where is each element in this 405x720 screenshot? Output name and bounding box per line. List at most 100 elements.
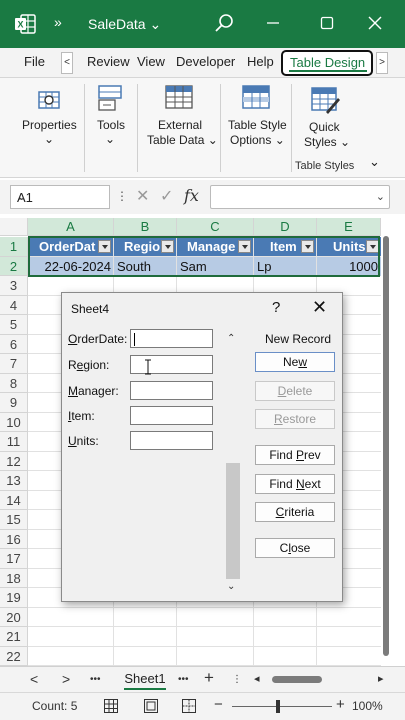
zoom-slider-thumb[interactable]	[276, 700, 280, 713]
add-sheet-icon[interactable]: +	[204, 668, 214, 688]
row-header-20[interactable]: 20	[0, 607, 28, 627]
page-break-preview-icon[interactable]	[181, 698, 197, 714]
row-header-14[interactable]: 14	[0, 490, 28, 510]
horizontal-scrollbar[interactable]	[266, 676, 376, 684]
row-header-16[interactable]: 16	[0, 529, 28, 549]
row-header-13[interactable]: 13	[0, 471, 28, 491]
table-header-orderdate[interactable]: OrderDat	[29, 237, 113, 256]
row-header-19[interactable]: 19	[0, 588, 28, 608]
table-style-options-button[interactable]: Table Style Options ⌄	[221, 78, 291, 178]
column-header-b[interactable]: B	[114, 218, 177, 236]
cancel-entry-icon[interactable]: ✕	[136, 186, 149, 206]
confirm-entry-icon[interactable]: ✓	[160, 186, 173, 206]
units-field[interactable]	[130, 431, 213, 450]
vertical-scroll-thumb[interactable]	[383, 236, 389, 656]
filter-dropdown-icon[interactable]	[366, 240, 379, 253]
close-window-icon[interactable]	[364, 12, 386, 34]
record-scrollbar[interactable]: ⌃ ⌄	[225, 331, 241, 594]
quick-styles-button[interactable]: Quick Styles ⌄ Table Styles	[292, 78, 362, 178]
tab-help[interactable]: Help	[247, 54, 274, 69]
row-header-4[interactable]: 4	[0, 295, 28, 315]
row-header-5[interactable]: 5	[0, 315, 28, 335]
external-table-data-button[interactable]: External Table Data ⌄	[138, 78, 220, 178]
maximize-icon[interactable]	[316, 12, 338, 34]
table-header-units[interactable]: Units	[317, 237, 381, 256]
cell-a2[interactable]: 22-06-2024	[29, 257, 113, 276]
formula-bar-grip-icon[interactable]: ⋮	[116, 189, 128, 203]
prev-sheet-icon[interactable]: <	[30, 671, 38, 687]
record-scroll-thumb[interactable]	[226, 463, 240, 579]
row-header-2[interactable]: 2	[0, 256, 28, 276]
more-sheets-right-icon[interactable]: •••	[178, 674, 189, 685]
select-all-corner[interactable]	[0, 218, 28, 236]
vertical-scrollbar[interactable]	[381, 236, 391, 656]
page-layout-icon[interactable]	[143, 698, 159, 714]
row-header-10[interactable]: 10	[0, 412, 28, 432]
row-header-6[interactable]: 6	[0, 334, 28, 354]
row-header-12[interactable]: 12	[0, 451, 28, 471]
hscroll-left-icon[interactable]: ◂	[254, 672, 260, 685]
filter-dropdown-icon[interactable]	[161, 240, 174, 253]
table-header-manager[interactable]: Manage	[177, 237, 253, 256]
tab-review[interactable]: Review	[87, 54, 130, 69]
cell-c2[interactable]: Sam	[177, 257, 253, 276]
column-header-a[interactable]: A	[28, 218, 114, 236]
row-header-22[interactable]: 22	[0, 646, 28, 666]
minimize-icon[interactable]	[262, 12, 284, 34]
column-header-c[interactable]: C	[177, 218, 254, 236]
tab-scroll-left[interactable]: <	[61, 52, 73, 74]
more-sheets-icon[interactable]: •••	[90, 674, 101, 685]
cell-e2[interactable]: 1000	[317, 257, 381, 276]
column-header-e[interactable]: E	[317, 218, 381, 236]
formula-input[interactable]: ⌄	[210, 185, 390, 209]
filter-dropdown-icon[interactable]	[238, 240, 251, 253]
manager-field[interactable]	[130, 381, 213, 400]
properties-button[interactable]: Properties ⌄	[0, 78, 84, 178]
row-header-17[interactable]: 17	[0, 549, 28, 569]
tab-table-design[interactable]: Table Design	[281, 50, 373, 76]
sheetbar-grip-icon[interactable]: ⋮	[232, 674, 242, 685]
column-header-d[interactable]: D	[254, 218, 317, 236]
ribbon-expand-icon[interactable]: ⌄	[369, 154, 380, 170]
filter-dropdown-icon[interactable]	[98, 240, 111, 253]
workbook-title[interactable]: SaleData ⌄	[88, 16, 161, 33]
row-header-8[interactable]: 8	[0, 373, 28, 393]
table-header-item[interactable]: Item	[254, 237, 316, 256]
tab-scroll-right[interactable]: >	[376, 52, 388, 74]
zoom-in-icon[interactable]: +	[336, 696, 345, 713]
zoom-level[interactable]: 100%	[352, 699, 383, 713]
sheet-tab-sheet1[interactable]: Sheet1	[116, 667, 174, 691]
scroll-up-icon[interactable]: ⌃	[227, 333, 235, 344]
cell-d2[interactable]: Lp	[254, 257, 316, 276]
criteria-button[interactable]: Criteria	[255, 502, 335, 522]
insert-function-icon[interactable]: fx	[184, 186, 199, 205]
name-box[interactable]: A1 ⌄	[10, 185, 110, 209]
row-header-1[interactable]: 1	[0, 237, 28, 257]
tab-developer[interactable]: Developer	[176, 54, 235, 69]
hscroll-right-icon[interactable]: ▸	[378, 672, 384, 685]
row-header-18[interactable]: 18	[0, 568, 28, 588]
close-icon[interactable]: ✕	[312, 297, 327, 318]
row-header-11[interactable]: 11	[0, 432, 28, 452]
tab-view[interactable]: View	[137, 54, 165, 69]
item-field[interactable]	[130, 406, 213, 425]
row-header-7[interactable]: 7	[0, 354, 28, 374]
find-prev-button[interactable]: Find Prev	[255, 445, 335, 465]
cell-b2[interactable]: South	[114, 257, 176, 276]
close-button[interactable]: Close	[255, 538, 335, 558]
next-sheet-icon[interactable]: >	[62, 671, 70, 687]
zoom-out-icon[interactable]: −	[214, 696, 223, 713]
scroll-down-icon[interactable]: ⌄	[227, 581, 235, 592]
new-button[interactable]: New	[255, 352, 335, 372]
quick-access-overflow-icon[interactable]: »	[54, 14, 62, 30]
horizontal-scroll-thumb[interactable]	[272, 676, 322, 683]
find-next-button[interactable]: Find Next	[255, 474, 335, 494]
tab-file[interactable]: File	[24, 54, 45, 69]
orderdate-field[interactable]	[130, 329, 213, 348]
row-header-3[interactable]: 3	[0, 276, 28, 296]
zoom-slider-track[interactable]	[232, 706, 332, 707]
filter-dropdown-icon[interactable]	[301, 240, 314, 253]
row-header-9[interactable]: 9	[0, 393, 28, 413]
normal-view-icon[interactable]	[103, 698, 119, 714]
table-header-region[interactable]: Regio	[114, 237, 176, 256]
